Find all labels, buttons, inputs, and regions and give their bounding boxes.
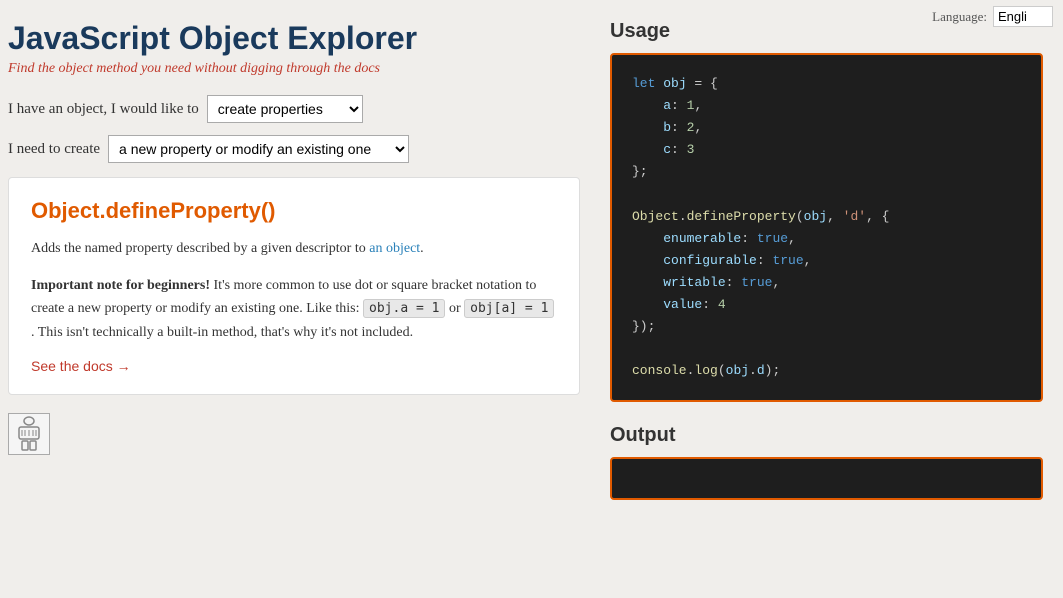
language-input[interactable] — [993, 6, 1053, 27]
output-title: Output — [610, 424, 1043, 447]
left-panel: JavaScript Object Explorer Find the obje… — [0, 0, 600, 598]
sentence1-select[interactable]: create properties find properties modify… — [207, 95, 363, 123]
right-panel: Usage let obj = { a: 1, b: 2, c: 3 }; Ob… — [600, 0, 1063, 598]
note-bold: Important note for beginners! — [31, 278, 210, 293]
page-subtitle: Find the object method you need without … — [8, 61, 580, 77]
sentence2-prefix: I need to create — [8, 141, 100, 158]
sentence-row-1: I have an object, I would like to create… — [8, 95, 580, 123]
note-code2: obj[a] = 1 — [464, 299, 554, 318]
language-bar: Language: — [922, 0, 1063, 33]
see-docs-link[interactable]: See the docs → — [31, 358, 557, 374]
code-block: let obj = { a: 1, b: 2, c: 3 }; Object.d… — [610, 53, 1043, 402]
language-label: Language: — [932, 9, 987, 25]
sentence1-prefix: I have an object, I would like to — [8, 101, 199, 118]
method-title: Object.defineProperty() — [31, 198, 557, 224]
sentence-row-2: I need to create a new property or modif… — [8, 135, 580, 163]
page-title: JavaScript Object Explorer — [8, 20, 580, 57]
note-or: or — [449, 301, 464, 316]
output-block — [610, 457, 1043, 500]
result-card: Object.defineProperty() Adds the named p… — [8, 177, 580, 395]
description-link[interactable]: an object — [369, 241, 420, 256]
method-description: Adds the named property described by a g… — [31, 238, 557, 260]
method-note: Important note for beginners! It's more … — [31, 274, 557, 343]
note-end: . This isn't technically a built-in meth… — [31, 325, 413, 340]
sentence2-select[interactable]: a new property or modify an existing one… — [108, 135, 409, 163]
skeleton-icon — [8, 413, 50, 455]
note-code1: obj.a = 1 — [363, 299, 445, 318]
